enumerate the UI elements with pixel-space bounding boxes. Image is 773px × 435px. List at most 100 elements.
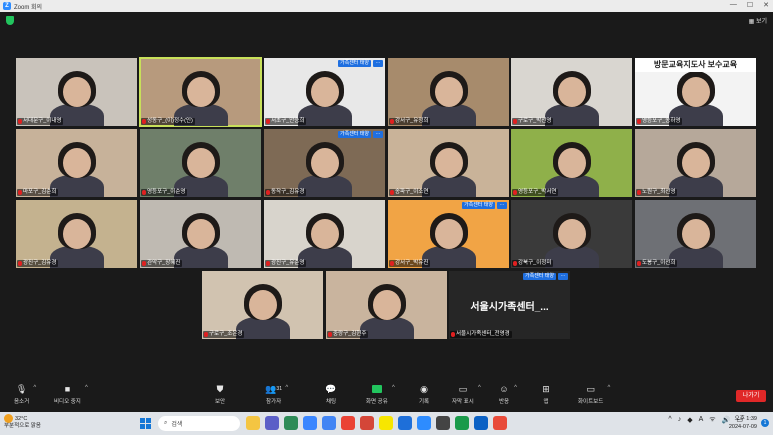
more-options-button[interactable]: ··· [558,273,568,280]
participant-tile[interactable]: 도봉구_이선희 [635,200,756,268]
participants-button[interactable]: 👥 31 참가자 ^ [265,384,288,406]
security-shield-icon[interactable] [6,16,14,25]
share-screen-button[interactable]: 화면 공유 ^ [366,384,395,405]
participant-tile[interactable]: 서울시가족센터_... 가족센터 태양 ··· 서울시가족센터_전영경 [449,271,570,339]
wifi-icon[interactable]: ᯤ [709,415,715,424]
weather-widget[interactable]: 32°C 부분적으로 맑음 [4,414,41,430]
leave-button[interactable]: 나가기 [736,390,766,402]
apps-icon: ⊞ [542,383,550,394]
participant-tile[interactable]: 영등포구_이순영 [140,129,261,197]
participant-tile[interactable]: 영등포구_박서연 [511,129,632,197]
teams-icon[interactable] [265,416,279,430]
more-options-button[interactable]: ··· [373,60,383,67]
zoom-logo-icon: Z [3,2,11,10]
participant-tile[interactable]: 송파구_이소연 [388,129,509,197]
clock-date: 2024-07-09 [728,424,757,430]
chat-label: 채팅 [325,399,337,405]
apps-button[interactable]: ⊞ 앱 [540,383,552,406]
participant-nametag: 강서구_유정희 [389,118,431,125]
video-button[interactable]: ■ 비디오 중지 ^ [54,384,88,405]
app-icon[interactable] [360,416,374,430]
powerpoint-icon[interactable] [341,416,355,430]
notification-badge[interactable]: 1 [761,419,769,427]
maximize-icon[interactable]: ☐ [747,1,753,9]
muted-mic-icon [513,190,517,195]
windows-taskbar: 32°C 부분적으로 맑음 ⌕ 검색 ^ ♪ ◆ A ᯤ 🔊 ▭ 오후 1:39… [0,412,773,435]
participant-tile[interactable]: 구로구_박선영 [511,58,632,126]
participant-tile[interactable]: 가족센터 태양 ··· 동작구_김유경 [264,129,385,197]
zoom-taskbar-icon[interactable] [417,416,431,430]
windows-start-icon[interactable] [140,418,151,429]
language-indicator[interactable]: A [699,416,704,423]
smiley-icon: ☺ [499,384,509,394]
chevron-up-icon[interactable]: ^ [668,416,671,423]
edge-icon[interactable] [284,416,298,430]
weather-desc: 부분적으로 맑음 [4,423,41,429]
participant-tile[interactable]: 가족센터 태양 ··· 강서구_박유진 [388,200,509,268]
participant-tile[interactable]: 가족센터 태양 ··· 서초구_안승희 [264,58,385,126]
video-feed [16,200,137,268]
participant-tile[interactable]: 성동구_(이)정수(인) [139,57,262,127]
tray-app-icon[interactable]: ♪ [678,416,682,423]
view-label: 보기 [755,19,767,25]
participant-tile[interactable]: 중랑구_김현주 [326,271,447,339]
muted-mic-icon [204,332,208,337]
muted-mic-icon [637,119,641,124]
reactions-button[interactable]: ☺ 반응 ^ [498,384,517,405]
chevron-up-icon[interactable]: ^ [607,385,610,391]
meeting-toolbar: 🎙 음소거 ^ ■ 비디오 중지 ^ ⛊ 보안 👥 31 참가자 ^ 💬 채팅 화… [0,380,773,412]
mute-button[interactable]: 🎙 음소거 ^ [14,384,36,406]
close-icon[interactable]: ✕ [763,1,769,9]
captions-button[interactable]: ▭ 자막 표시 ^ [452,384,481,406]
participant-tile[interactable]: 방문교육지도사 보수교육 영등포구_송하영 [635,58,756,126]
clock[interactable]: 오후 1:39 2024-07-09 [729,415,757,431]
participant-tile[interactable]: 강서구_유정희 [388,58,509,126]
whiteboard-button[interactable]: ▭ 화이트보드 ^ [578,384,610,406]
app-icon[interactable] [474,416,488,430]
participant-tile[interactable]: 강북구_이정미 [511,200,632,268]
participant-tile[interactable]: 서대문구_이내영 [16,58,137,126]
app-icon[interactable] [493,416,507,430]
video-stage: ▦ 보기 서대문구_이내영 성동구_(이)정수(인) 가족센터 태양 ··· 서초구_안… [0,12,773,380]
app-icon[interactable] [455,416,469,430]
chat-button[interactable]: 💬 채팅 [325,384,337,406]
minimize-icon[interactable]: — [730,1,737,9]
participant-tile[interactable]: 노원구_최선영 [635,129,756,197]
record-button[interactable]: ◉ 기록 [418,384,430,406]
taskbar-search[interactable]: ⌕ 검색 [158,416,240,431]
participant-tile[interactable]: 관악구_장혜진 [140,200,261,268]
settings-icon[interactable] [436,416,450,430]
chevron-up-icon[interactable]: ^ [33,385,36,391]
word-icon[interactable] [398,416,412,430]
chevron-up-icon[interactable]: ^ [392,385,395,391]
participant-nametag: 노원구_최선영 [636,189,678,196]
chevron-up-icon[interactable]: ^ [514,385,517,391]
participant-badge: 가족센터 태양 [462,202,495,209]
chevron-up-icon[interactable]: ^ [285,385,288,391]
kakaotalk-icon[interactable] [379,416,393,430]
video-feed [140,129,261,197]
more-options-button[interactable]: ··· [497,202,507,209]
participant-badge: 가족센터 태양 [338,60,371,67]
security-button[interactable]: ⛊ 보안 [214,384,226,406]
participant-tile[interactable]: 광진구_유순영 [264,200,385,268]
participant-name: 광진구_김유경 [23,260,57,266]
participant-name: 구로구_조은경 [209,331,243,337]
participant-tile[interactable]: 마포구_김순희 [16,129,137,197]
store-icon[interactable] [303,416,317,430]
chrome-icon[interactable] [322,416,336,430]
participant-display-name: 서울시가족센터_... [470,301,549,313]
chevron-up-icon[interactable]: ^ [478,385,481,391]
participant-name: 서울시가족센터_전영경 [456,331,510,337]
muted-mic-icon [390,190,394,195]
participant-tile[interactable]: 구로구_조은경 [202,271,323,339]
participant-nametag: 도봉구_이선희 [636,260,678,267]
file-explorer-icon[interactable] [246,416,260,430]
more-options-button[interactable]: ··· [373,131,383,138]
chevron-up-icon[interactable]: ^ [85,385,88,391]
muted-mic-icon [513,261,517,266]
video-feed [264,129,385,197]
view-button[interactable]: ▦ 보기 [749,16,767,25]
tray-app-icon[interactable]: ◆ [687,416,692,424]
participant-tile[interactable]: 광진구_김유경 [16,200,137,268]
